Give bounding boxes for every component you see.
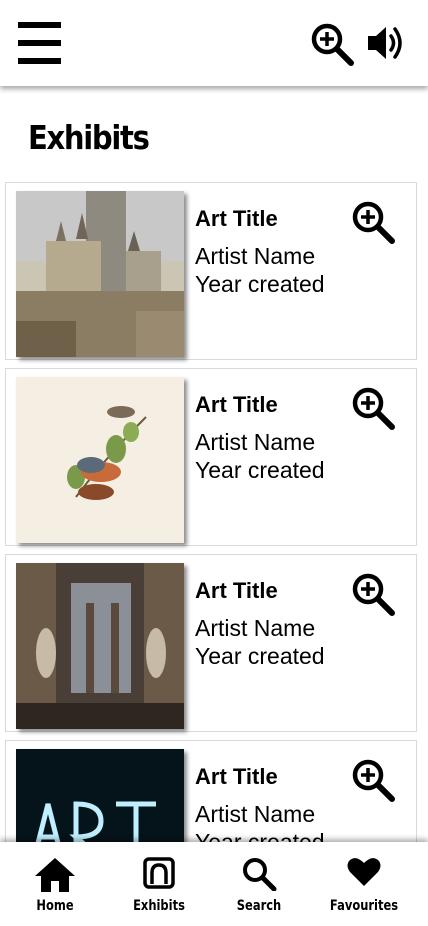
zoom-in-icon[interactable]	[351, 572, 395, 616]
art-title: Art Title	[195, 764, 278, 789]
nav-item-search[interactable]: Search	[209, 842, 309, 926]
page-title: Exhibits	[28, 118, 150, 157]
home-icon	[35, 858, 75, 892]
heart-icon	[347, 858, 381, 886]
nav-label-exhibits: Exhibits	[133, 898, 185, 914]
nav-item-favourites[interactable]: Favourites	[314, 842, 414, 926]
zoom-in-icon[interactable]	[310, 22, 354, 66]
year-created: Year created	[195, 457, 325, 483]
artwork-thumbnail-bird[interactable]	[16, 377, 184, 543]
art-title: Art Title	[195, 392, 278, 417]
speaker-volume-icon[interactable]	[366, 24, 406, 62]
top-app-bar	[0, 0, 428, 86]
artist-name: Artist Name	[195, 243, 316, 269]
search-icon	[243, 858, 277, 891]
nav-label-favourites: Favourites	[329, 898, 399, 914]
artist-name: Artist Name	[195, 429, 316, 455]
zoom-in-icon[interactable]	[351, 200, 395, 244]
nav-item-exhibits[interactable]: Exhibits	[109, 842, 209, 926]
year-created: Year created	[195, 643, 325, 669]
nav-item-home[interactable]: Home	[5, 842, 105, 926]
nav-label-search: Search	[236, 898, 282, 914]
hamburger-menu-icon[interactable]	[18, 20, 62, 66]
exhibits-icon	[143, 857, 175, 889]
year-created: Year created	[195, 271, 325, 297]
nav-label-home: Home	[36, 898, 74, 914]
exhibit-card[interactable]: Art Title Artist Name Year created	[5, 554, 417, 732]
bottom-navigation: Home Exhibits Search Favourites	[0, 842, 428, 926]
zoom-in-icon[interactable]	[351, 386, 395, 430]
artwork-thumbnail-cathedral[interactable]	[16, 563, 184, 729]
artist-name: Artist Name	[195, 801, 316, 827]
art-title: Art Title	[195, 578, 278, 603]
artist-name: Artist Name	[195, 615, 316, 641]
exhibit-card[interactable]: Art Title Artist Name Year created	[5, 368, 417, 546]
art-title: Art Title	[195, 206, 278, 231]
zoom-in-icon[interactable]	[351, 758, 395, 802]
artwork-thumbnail-castle[interactable]	[16, 191, 184, 357]
exhibit-card[interactable]: Art Title Artist Name Year created	[5, 182, 417, 360]
